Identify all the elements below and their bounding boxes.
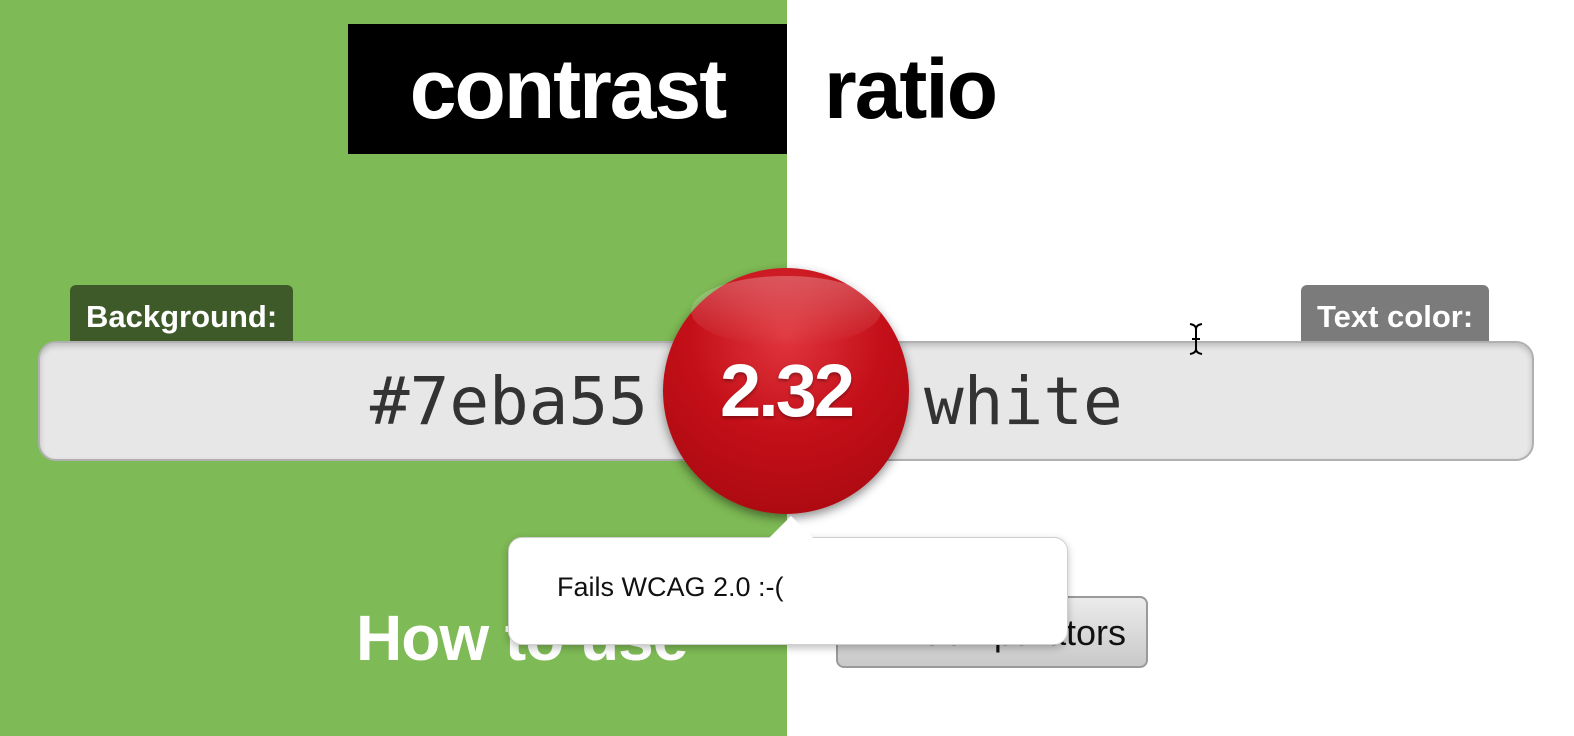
tooltip-text: Fails WCAG 2.0 :-( xyxy=(557,572,784,602)
tooltip-arrow xyxy=(769,516,813,538)
background-color-input[interactable] xyxy=(40,343,648,459)
title-word-contrast: contrast xyxy=(348,24,787,154)
contrast-ratio-value: 2.32 xyxy=(719,349,855,432)
text-color-label: Text color: xyxy=(1301,285,1490,341)
result-tooltip: Fails WCAG 2.0 :-( xyxy=(508,516,1068,645)
contrast-ratio-badge[interactable]: 2.32 xyxy=(663,268,909,514)
text-cursor-icon xyxy=(1189,323,1203,355)
background-label: Background: xyxy=(70,285,294,341)
title-word-ratio: ratio xyxy=(824,42,998,136)
text-color-input[interactable] xyxy=(924,343,1524,459)
